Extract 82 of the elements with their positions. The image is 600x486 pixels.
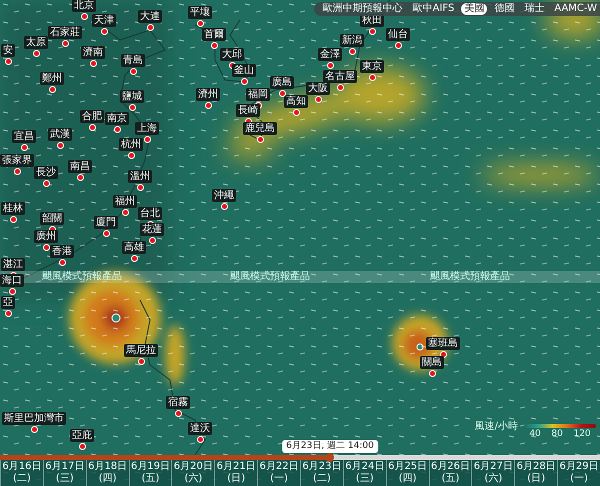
city-label: 高知 xyxy=(284,95,308,108)
city-label: 福岡 xyxy=(246,88,270,101)
city-label: 長沙 xyxy=(34,166,58,179)
day-tab[interactable]: 6月22日 (一) xyxy=(257,460,300,486)
day-tab[interactable]: 6月26日 (五) xyxy=(428,460,472,486)
day-tab[interactable]: 6月27日 (六) xyxy=(471,460,514,486)
city-label: 新潟 xyxy=(340,34,364,47)
time-tooltip: 6月23日, 週二 14:00 xyxy=(282,440,378,453)
city-label: 名古屋 xyxy=(323,70,357,83)
city-label: 南京 xyxy=(105,112,129,125)
city-label: 溫州 xyxy=(128,170,152,183)
city-label: 廣州 xyxy=(34,230,58,243)
city-label: 達沃 xyxy=(188,422,212,435)
legend-tick: 120 xyxy=(573,429,591,439)
city-label: 天津 xyxy=(92,14,116,27)
city-label: 香港 xyxy=(50,245,74,258)
city-label: 海口 xyxy=(0,274,24,287)
city-label: 首爾 xyxy=(202,28,226,41)
city-label: 亞 xyxy=(1,296,15,309)
legend-tick: 80 xyxy=(551,429,563,439)
day-tab[interactable]: 6月21日 (日) xyxy=(214,460,258,486)
city-label: 濟南 xyxy=(81,46,105,59)
city-label: 宿霧 xyxy=(166,396,190,409)
day-tab[interactable]: 6月25日 (四) xyxy=(386,460,429,486)
day-tab[interactable]: 6月24日 (三) xyxy=(342,460,386,486)
city-label: 石家莊 xyxy=(48,26,82,39)
city-label: 花蓮 xyxy=(140,223,164,236)
model-tab[interactable]: 歐洲中期預報中心 xyxy=(320,3,406,15)
band-label: 颶風模式預報產品 xyxy=(430,271,510,283)
city-label: 斯里巴加灣市 xyxy=(2,412,66,425)
city-label: 大阪 xyxy=(306,82,330,95)
city-label: 亞庇 xyxy=(70,429,94,442)
city-label: 桂林 xyxy=(1,202,25,215)
city-label: 金澤 xyxy=(318,48,342,61)
city-label: 關島 xyxy=(420,356,444,369)
city-label: 上海 xyxy=(135,122,159,135)
day-tab[interactable]: 6月18日 (四) xyxy=(86,460,129,486)
city-label: 鹿兒島 xyxy=(243,122,277,135)
day-tab[interactable]: 6月19日 (五) xyxy=(128,460,172,486)
city-label: 張家界 xyxy=(0,154,34,167)
legend-tick: 40 xyxy=(529,429,541,439)
legend-title: 風速/小時 xyxy=(474,420,518,433)
city-label: 東京 xyxy=(360,60,384,73)
model-tab[interactable]: 美國 xyxy=(461,3,488,15)
city-label: 杭州 xyxy=(119,138,143,151)
day-tab[interactable]: 6月29日 (一) xyxy=(557,460,600,486)
city-label: 韶關 xyxy=(40,212,64,225)
city-label: 鹽城 xyxy=(120,90,144,103)
model-tab[interactable]: 歐中AIFS xyxy=(410,3,458,15)
day-tab[interactable]: 6月23日 (二) xyxy=(300,460,343,486)
city-label: 釜山 xyxy=(232,64,256,77)
city-label: 宜昌 xyxy=(12,130,36,143)
city-label: 武漢 xyxy=(48,128,72,141)
city-label: 馬尼拉 xyxy=(124,344,158,357)
band-label: 颶風模式預報產品 xyxy=(230,271,310,283)
city-label: 大邱 xyxy=(220,48,244,61)
city-label: 濟州 xyxy=(196,88,220,101)
city-label: 平壤 xyxy=(188,6,212,19)
day-tab[interactable]: 6月16日 (二) xyxy=(0,460,43,486)
city-label: 長崎 xyxy=(236,104,260,117)
city-label: 南昌 xyxy=(68,160,92,173)
city-label: 福州 xyxy=(113,195,137,208)
city-label: 廣島 xyxy=(270,76,294,89)
city-label: 合肥 xyxy=(80,110,104,123)
city-label: 廈門 xyxy=(94,216,118,229)
city-label: 大連 xyxy=(138,10,162,23)
model-tab[interactable]: 瑞士 xyxy=(521,3,548,15)
city-label: 湛江 xyxy=(1,258,25,271)
day-tab[interactable]: 6月20日 (六) xyxy=(171,460,214,486)
band-label: 颶風模式預報產品 xyxy=(42,271,122,283)
day-tab[interactable]: 6月28日 (日) xyxy=(514,460,558,486)
model-tab[interactable]: 德國 xyxy=(491,3,518,15)
city-label: 仙台 xyxy=(386,28,410,41)
city-label: 安 xyxy=(1,44,15,57)
city-label: 塞班島 xyxy=(426,337,460,350)
city-label: 台北 xyxy=(138,207,162,220)
city-label: 高雄 xyxy=(122,241,146,254)
day-tab[interactable]: 6月17日 (三) xyxy=(42,460,86,486)
city-label: 太原 xyxy=(24,36,48,49)
city-label: 青島 xyxy=(121,54,145,67)
city-label: 鄭州 xyxy=(40,72,64,85)
city-label: 沖繩 xyxy=(212,189,236,202)
